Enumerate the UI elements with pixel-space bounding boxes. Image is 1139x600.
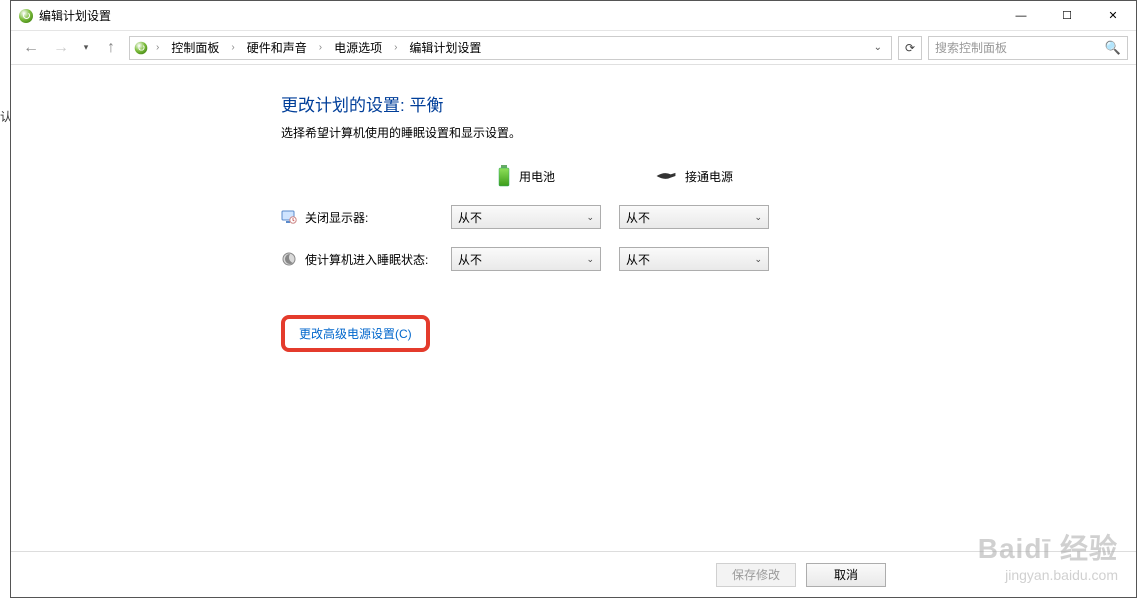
chevron-down-icon: ⌄ xyxy=(754,212,762,223)
dropdown-value: 从不 xyxy=(458,209,482,226)
window-title: 编辑计划设置 xyxy=(39,7,111,24)
power-settings-grid: 用电池 接通电源 关闭显示器: 从不 ⌄ xyxy=(281,165,1116,271)
up-button[interactable]: ↑ xyxy=(99,36,123,60)
chevron-down-icon: ⌄ xyxy=(586,212,594,223)
arrow-left-icon: ← xyxy=(23,39,39,57)
breadcrumb-dropdown[interactable]: ⌄ xyxy=(869,42,887,53)
refresh-icon: ⟳ xyxy=(905,41,915,55)
column-label-battery: 用电池 xyxy=(519,168,555,185)
forward-button[interactable]: → xyxy=(49,36,73,60)
dropdown-value: 从不 xyxy=(626,251,650,268)
content-area: 更改计划的设置: 平衡 选择希望计算机使用的睡眠设置和显示设置。 用电池 xyxy=(11,65,1136,597)
column-header-plugged: 接通电源 xyxy=(619,168,769,185)
arrow-up-icon: ↑ xyxy=(107,39,115,57)
dropdown-display-battery[interactable]: 从不 ⌄ xyxy=(451,205,601,229)
breadcrumb-item-3[interactable]: 编辑计划设置 xyxy=(405,37,485,58)
breadcrumb[interactable]: › 控制面板 › 硬件和声音 › 电源选项 › 编辑计划设置 ⌄ xyxy=(129,36,892,60)
search-input[interactable] xyxy=(935,41,1105,55)
battery-icon xyxy=(497,165,511,187)
advanced-link-highlight: 更改高级电源设置(C) xyxy=(281,315,430,352)
row-label-sleep: 使计算机进入睡眠状态: xyxy=(281,251,451,268)
dropdown-value: 从不 xyxy=(626,209,650,226)
dropdown-sleep-plugged[interactable]: 从不 ⌄ xyxy=(619,247,769,271)
dropdown-sleep-battery[interactable]: 从不 ⌄ xyxy=(451,247,601,271)
breadcrumb-item-2[interactable]: 电源选项 xyxy=(330,37,386,58)
titlebar: 编辑计划设置 — ☐ ✕ xyxy=(11,1,1136,31)
row-text-display-off: 关闭显示器: xyxy=(305,209,368,226)
dropdown-display-plugged[interactable]: 从不 ⌄ xyxy=(619,205,769,229)
chevron-down-icon: ▾ xyxy=(84,42,89,53)
minimize-button[interactable]: — xyxy=(998,1,1044,31)
chevron-right-icon: › xyxy=(227,42,238,53)
breadcrumb-icon xyxy=(135,41,148,54)
chevron-down-icon: ⌄ xyxy=(586,254,594,265)
cancel-button[interactable]: 取消 xyxy=(806,563,886,587)
page-subtitle: 选择希望计算机使用的睡眠设置和显示设置。 xyxy=(281,124,1116,141)
row-text-sleep: 使计算机进入睡眠状态: xyxy=(305,251,428,268)
app-icon xyxy=(19,9,33,23)
arrow-right-icon: → xyxy=(53,39,69,57)
page-edge-left: 认 xyxy=(0,108,9,125)
footer: 保存修改 取消 xyxy=(11,551,1136,597)
row-label-display-off: 关闭显示器: xyxy=(281,209,451,226)
plug-icon xyxy=(655,171,677,181)
navbar: ← → ▾ ↑ › 控制面板 › 硬件和声音 › 电源选项 › 编辑计划设置 ⌄… xyxy=(11,31,1136,65)
monitor-icon xyxy=(281,209,297,225)
close-button[interactable]: ✕ xyxy=(1090,1,1136,31)
chevron-right-icon: › xyxy=(315,42,326,53)
page-title: 更改计划的设置: 平衡 xyxy=(281,91,1116,116)
refresh-button[interactable]: ⟳ xyxy=(898,36,922,60)
maximize-button[interactable]: ☐ xyxy=(1044,1,1090,31)
dropdown-value: 从不 xyxy=(458,251,482,268)
column-header-battery: 用电池 xyxy=(451,165,601,187)
search-box[interactable]: 🔍 xyxy=(928,36,1128,60)
search-icon: 🔍 xyxy=(1105,40,1121,56)
moon-icon xyxy=(281,251,297,267)
save-button: 保存修改 xyxy=(716,563,796,587)
breadcrumb-item-1[interactable]: 硬件和声音 xyxy=(243,37,311,58)
window: 编辑计划设置 — ☐ ✕ ← → ▾ ↑ › 控制面板 › 硬件和声音 › 电源… xyxy=(10,0,1137,598)
chevron-right-icon: › xyxy=(152,42,163,53)
advanced-power-settings-link[interactable]: 更改高级电源设置(C) xyxy=(299,327,412,341)
back-button[interactable]: ← xyxy=(19,36,43,60)
breadcrumb-item-0[interactable]: 控制面板 xyxy=(167,37,223,58)
chevron-down-icon: ⌄ xyxy=(754,254,762,265)
chevron-right-icon: › xyxy=(390,42,401,53)
recent-button[interactable]: ▾ xyxy=(79,36,93,60)
column-label-plugged: 接通电源 xyxy=(685,168,733,185)
